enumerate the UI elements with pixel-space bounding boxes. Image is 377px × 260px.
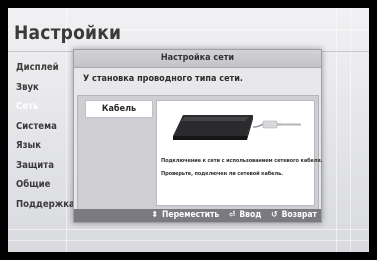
menu-item-general[interactable]: Общие (16, 175, 80, 195)
info-text-line-1: Подключение к сети с использованием сете… (161, 158, 323, 164)
settings-menu: Дисплей Звук Сеть Система Язык Защита Об… (16, 58, 80, 214)
dialog-title: Настройка сети (74, 50, 321, 68)
enter-icon: ⏎ (228, 210, 236, 220)
enter-hint: Ввод (239, 210, 262, 220)
return-icon: ↺ (271, 210, 278, 220)
menu-item-security[interactable]: Защита (16, 156, 80, 176)
page-title: Настройки (14, 22, 122, 44)
menu-item-language[interactable]: Язык (16, 136, 80, 156)
info-text-line-2: Проверьте, подключен ли сетевой кабель. (161, 171, 283, 177)
up-down-arrows-icon: ⬍ (151, 210, 158, 220)
dialog-content: Кабель Подключение к сети с использовани… (77, 95, 323, 212)
menu-item-display[interactable]: Дисплей (16, 58, 80, 78)
tv-screen: Настройки Дисплей Звук Сеть Система Язык… (8, 8, 369, 252)
cable-option-button[interactable]: Кабель (85, 100, 153, 118)
router-cable-illustration (173, 115, 301, 140)
dialog-message: У становка проводного типа сети. (83, 74, 244, 84)
move-hint: Переместить (161, 210, 220, 220)
back-hint: Возврат (281, 210, 317, 220)
network-settings-dialog: Настройка сети У становка проводного тип… (73, 49, 323, 223)
footer-hints: ⬍ Переместить ⏎ Ввод ↺ Возврат (145, 209, 317, 222)
menu-item-network[interactable]: Сеть (16, 97, 80, 117)
menu-item-sound[interactable]: Звук (16, 78, 80, 98)
dialog-footer: ⬍ Переместить ⏎ Ввод ↺ Возврат (74, 209, 321, 222)
info-panel: Подключение к сети с использованием сете… (156, 100, 323, 206)
menu-item-support[interactable]: Поддержка (16, 195, 80, 215)
menu-item-system[interactable]: Система (16, 117, 80, 137)
